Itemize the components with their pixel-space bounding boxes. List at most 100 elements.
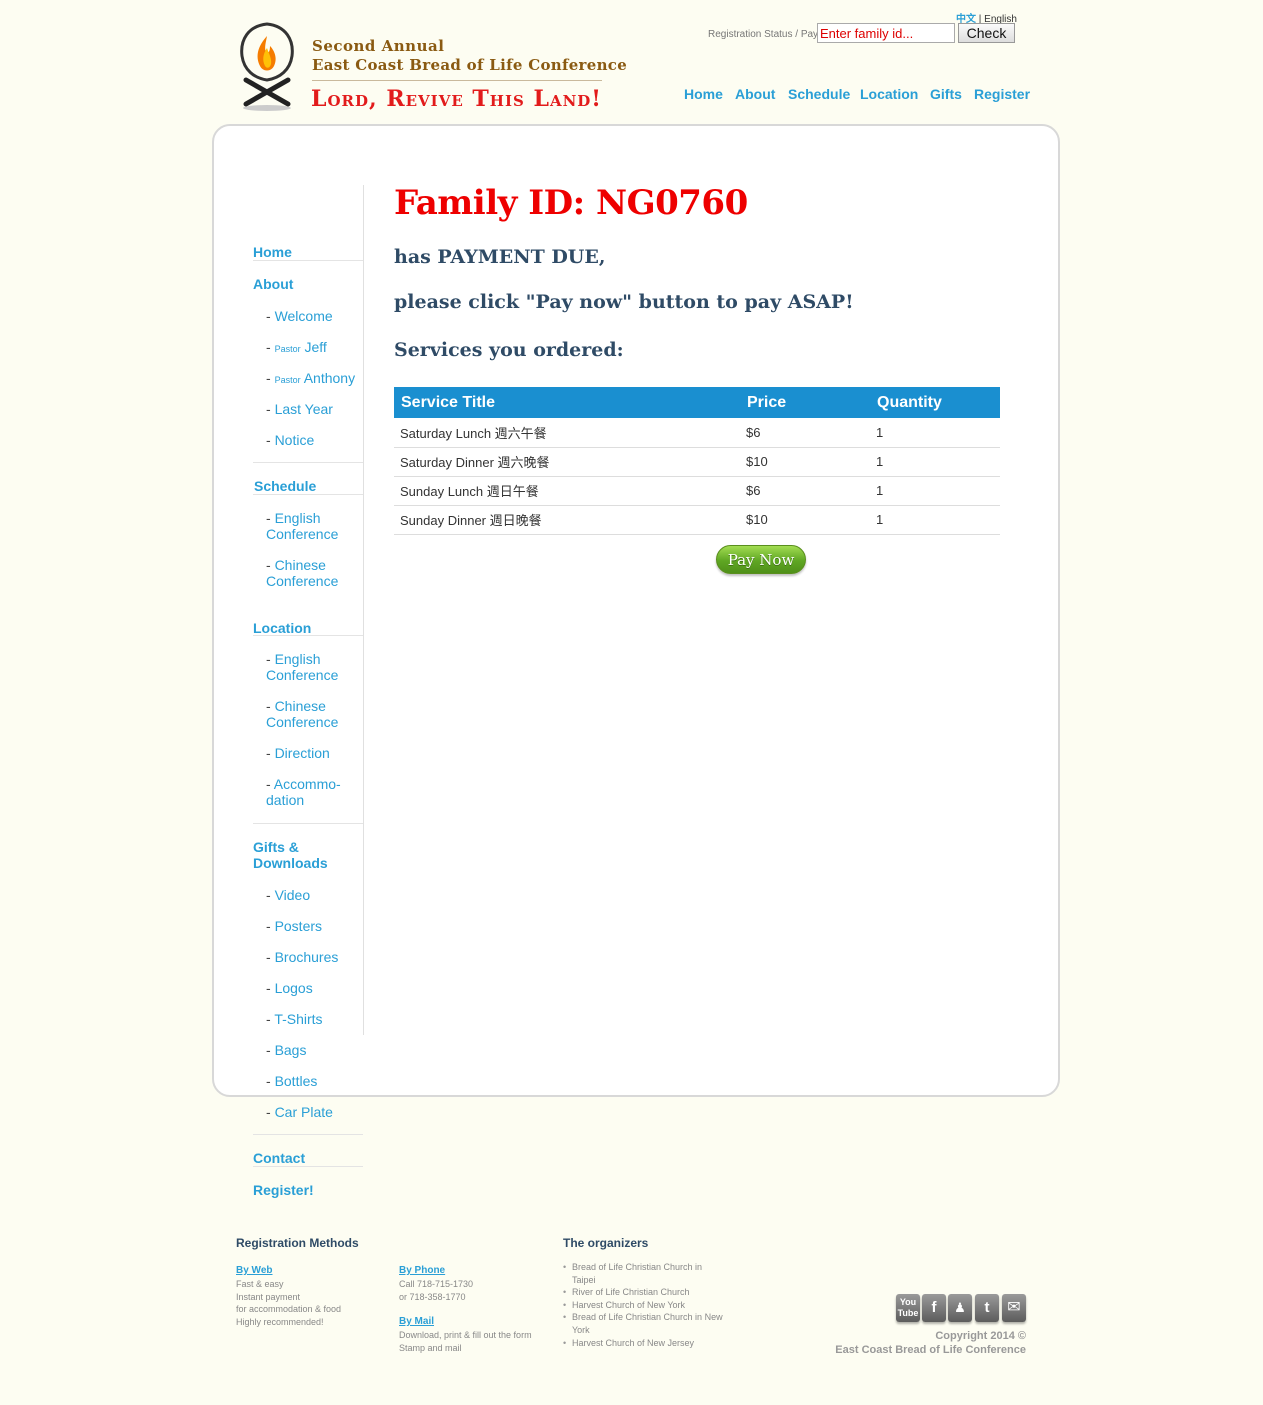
by-phone-link[interactable]: By Phone	[399, 1265, 445, 1276]
sidebar-item-video[interactable]: - Video	[266, 887, 310, 903]
check-button[interactable]: Check	[958, 23, 1015, 43]
nav-gifts[interactable]: Gifts	[930, 86, 962, 102]
sidebar-item-bags[interactable]: - Bags	[266, 1042, 306, 1058]
sidebar-item-schedule[interactable]: Schedule	[254, 478, 316, 494]
cell-price: $10	[740, 505, 870, 535]
by-mail-link[interactable]: By Mail	[399, 1316, 434, 1327]
sidebar-item-bottles[interactable]: - Bottles	[266, 1073, 317, 1089]
column-header-quantity: Quantity	[870, 387, 1000, 418]
registration-status-label: Registration Status / Pay:	[708, 29, 821, 40]
sidebar-item-label: Car Plate	[274, 1104, 333, 1120]
cell-service-title: Saturday Dinner 週六晚餐	[394, 447, 740, 477]
family-id-input[interactable]	[817, 23, 955, 43]
cell-service-title: Sunday Lunch 週日午餐	[394, 476, 740, 506]
sidebar-item-last-year[interactable]: - Last Year	[266, 401, 333, 417]
pastor-prefix: Pastor	[274, 344, 301, 354]
sidebar-item-label: Bottles	[274, 1073, 318, 1089]
sidebar-item-notice[interactable]: - Notice	[266, 432, 314, 448]
sidebar-item-label: Anthony	[303, 370, 356, 386]
sidebar-item-label: Brochures	[274, 949, 339, 965]
by-phone-line: Call 718-715-1730	[399, 1279, 474, 1289]
organizers-list: Bread of Life Christian Church in Taipei…	[563, 1261, 723, 1349]
sidebar-item-pastor-anthony[interactable]: - Pastor Anthony	[266, 370, 355, 386]
sidebar-item-label: Jeff	[304, 339, 327, 355]
by-phone-block: By Phone Call 718-715-1730 or 718-358-17…	[399, 1260, 554, 1303]
registration-methods-heading: Registration Methods	[236, 1236, 359, 1250]
sidebar-item-location-chinese[interactable]: - Chinese Conference	[266, 698, 356, 730]
site-title-line2: East Coast Bread of Life Conference	[312, 56, 628, 74]
sidebar-item-location[interactable]: Location	[253, 620, 311, 636]
sidebar-item-label: English Conference	[266, 651, 339, 683]
sidebar-item-schedule-chinese[interactable]: - Chinese Conference	[266, 557, 356, 589]
sidebar-divider-line	[253, 1166, 363, 1167]
sidebar-item-location-english[interactable]: - English Conference	[266, 651, 356, 683]
sidebar-divider-line	[253, 260, 363, 261]
sidebar-item-about[interactable]: About	[253, 276, 293, 292]
list-item: River of Life Christian Church	[563, 1286, 723, 1299]
copyright: Copyright 2014 © East Coast Bread of Lif…	[835, 1329, 1026, 1357]
sidebar-item-posters[interactable]: - Posters	[266, 918, 322, 934]
conference-logo[interactable]	[236, 22, 298, 114]
sidebar-item-pastor-jeff[interactable]: - Pastor Jeff	[266, 339, 327, 355]
by-web-line: for accommodation & food	[236, 1304, 342, 1315]
list-item: Bread of Life Christian Church in New Yo…	[563, 1311, 723, 1336]
sidebar-item-label: Bags	[274, 1042, 307, 1058]
sidebar-divider-line	[253, 462, 363, 463]
sidebar-item-direction[interactable]: - Direction	[266, 745, 330, 761]
cell-service-title: Sunday Dinner 週日晚餐	[394, 505, 740, 535]
by-web-line: Highly recommended!	[236, 1316, 324, 1327]
nav-about[interactable]: About	[735, 86, 775, 102]
sidebar-item-gifts[interactable]: Gifts & Downloads	[253, 839, 343, 871]
by-web-line: Instant payment	[236, 1291, 301, 1302]
sidebar-item-logos[interactable]: - Logos	[266, 980, 313, 996]
sidebar-item-label: Posters	[274, 918, 323, 934]
cell-quantity: 1	[870, 447, 1000, 477]
by-web-link[interactable]: By Web	[236, 1265, 273, 1276]
sidebar-item-label: T-Shirts	[274, 1011, 323, 1027]
pay-now-button[interactable]: Pay Now	[716, 545, 806, 574]
sidebar-item-label: Welcome	[274, 308, 333, 324]
myspace-icon[interactable]: ♟	[948, 1294, 972, 1322]
sidebar-item-label: Chinese Conference	[266, 698, 339, 730]
sidebar-divider-line	[253, 635, 363, 636]
list-item: Harvest Church of New York	[563, 1299, 723, 1312]
cell-quantity: 1	[870, 418, 1000, 448]
sidebar-item-brochures[interactable]: - Brochures	[266, 949, 338, 965]
twitter-icon[interactable]: t	[975, 1294, 999, 1322]
sidebar-item-label: Video	[274, 887, 311, 903]
youtube-icon[interactable]: You Tube	[896, 1294, 920, 1322]
sidebar-item-welcome[interactable]: - Welcome	[266, 308, 333, 324]
payment-due-text: has PAYMENT DUE,	[394, 246, 606, 268]
sidebar-item-schedule-english[interactable]: - English Conference	[266, 510, 356, 542]
site-slogan: Lord, Revive This Land!	[311, 86, 602, 112]
sidebar-item-label: Chinese Conference	[266, 557, 339, 589]
sidebar-item-label: Last Year	[274, 401, 333, 417]
email-icon[interactable]: ✉	[1002, 1294, 1026, 1322]
sidebar-item-car-plate[interactable]: - Car Plate	[266, 1104, 333, 1120]
sidebar-item-home[interactable]: Home	[253, 244, 292, 260]
nav-location[interactable]: Location	[860, 86, 918, 102]
nav-home[interactable]: Home	[684, 86, 723, 102]
sidebar-item-contact[interactable]: Contact	[253, 1150, 305, 1166]
nav-register[interactable]: Register	[974, 86, 1030, 102]
cell-quantity: 1	[870, 476, 1000, 506]
table-row: Sunday Dinner 週日晚餐 $10 1	[394, 505, 1000, 535]
facebook-icon[interactable]: f	[922, 1294, 946, 1322]
sidebar-item-tshirts[interactable]: - T-Shirts	[266, 1011, 323, 1027]
sidebar-item-label: Accommo-dation	[266, 776, 341, 808]
services-table: Service Title Price Quantity Saturday Lu…	[394, 387, 1000, 535]
sidebar-item-label: Notice	[274, 432, 315, 448]
title-divider	[312, 80, 602, 81]
list-item: Bread of Life Christian Church in Taipei	[563, 1261, 723, 1286]
sidebar-item-label: Logos	[274, 980, 313, 996]
by-mail-line: Stamp and mail	[399, 1342, 462, 1353]
by-mail-block: By Mail Download, print & fill out the f…	[399, 1311, 559, 1354]
site-title-line1: Second Annual	[312, 37, 445, 55]
column-header-service-title: Service Title	[394, 387, 740, 418]
copyright-line: East Coast Bread of Life Conference	[835, 1344, 1026, 1356]
sidebar-divider-line	[253, 1134, 363, 1135]
nav-schedule[interactable]: Schedule	[788, 86, 850, 102]
sidebar-item-accommodation[interactable]: - Accommo-dation	[266, 776, 346, 808]
table-row: Sunday Lunch 週日午餐 $6 1	[394, 476, 1000, 506]
sidebar-item-register[interactable]: Register!	[253, 1182, 314, 1198]
